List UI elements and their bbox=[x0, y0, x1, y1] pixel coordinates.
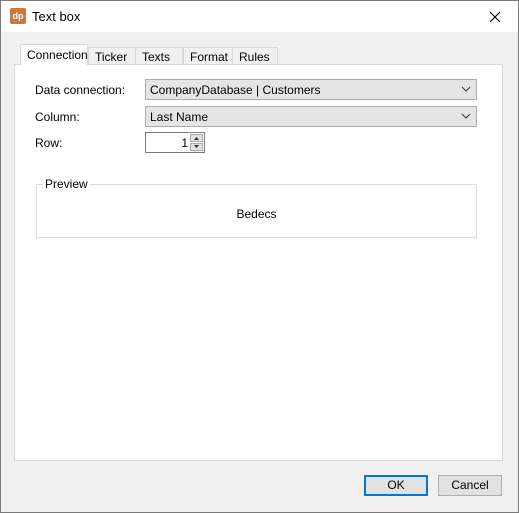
tab-ticker[interactable]: Ticker bbox=[88, 47, 138, 64]
preview-title: Preview bbox=[43, 177, 90, 191]
column-dropdown[interactable]: Last Name bbox=[145, 106, 477, 127]
data-connection-value: CompanyDatabase | Customers bbox=[150, 83, 321, 97]
tab-connection[interactable]: Connection bbox=[20, 44, 88, 65]
dialog-window: dp Text box Connection Ticker Texts Form… bbox=[0, 0, 519, 513]
row-label: Row: bbox=[35, 136, 63, 150]
preview-text: Bedecs bbox=[236, 207, 277, 221]
stepper-up-button[interactable] bbox=[190, 134, 203, 142]
data-connection-label: Data connection: bbox=[35, 83, 126, 97]
row-stepper[interactable]: 1 bbox=[145, 132, 205, 153]
tab-rules[interactable]: Rules bbox=[232, 47, 278, 64]
chevron-down-icon bbox=[461, 86, 471, 92]
tab-texts[interactable]: Texts bbox=[135, 47, 183, 64]
data-connection-dropdown[interactable]: CompanyDatabase | Customers bbox=[145, 79, 477, 100]
stepper-down-button[interactable] bbox=[190, 143, 203, 151]
column-label: Column: bbox=[35, 110, 80, 124]
title-bar: dp Text box bbox=[1, 1, 518, 32]
window-title: Text box bbox=[32, 9, 81, 24]
close-button[interactable] bbox=[472, 1, 518, 32]
ok-button[interactable]: OK bbox=[364, 475, 428, 496]
cancel-button[interactable]: Cancel bbox=[438, 475, 502, 496]
arrow-up-icon bbox=[194, 137, 199, 140]
column-value: Last Name bbox=[150, 110, 209, 124]
tab-panel-connection: Data connection: CompanyDatabase | Custo… bbox=[14, 64, 503, 461]
row-value: 1 bbox=[181, 136, 188, 150]
preview-group: Preview Bedecs bbox=[36, 177, 477, 238]
app-logo-icon: dp bbox=[10, 8, 26, 24]
chevron-down-icon bbox=[461, 113, 471, 119]
close-icon bbox=[489, 11, 501, 22]
arrow-down-icon bbox=[194, 145, 199, 148]
tab-format[interactable]: Format bbox=[183, 47, 233, 64]
